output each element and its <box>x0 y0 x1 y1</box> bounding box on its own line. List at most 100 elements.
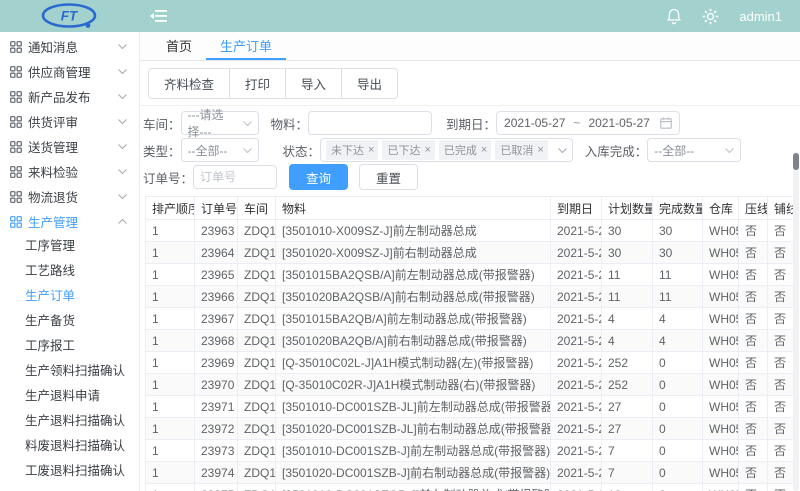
toolbar-button-0[interactable]: 齐料检查 <box>149 69 230 98</box>
table-row[interactable]: 123968ZDQ13[3501020BA2QB/A]前右制动器总成(带报警器)… <box>146 330 794 352</box>
table-row[interactable]: 123970ZDQ13[Q-35010C02R-J]A1H模式制动器(右)(带报… <box>146 374 794 396</box>
column-header-8: 压线 <box>739 197 768 220</box>
reset-button[interactable]: 重置 <box>359 164 418 190</box>
grid-menu-icon <box>10 91 22 103</box>
table-row[interactable]: 123972ZDQ13[3501020-DC001SZB-JL]前右制动器总成(… <box>146 418 794 440</box>
status-tag-3[interactable]: 已取消× <box>495 140 547 160</box>
status-tag-2[interactable]: 已完成× <box>439 140 491 160</box>
table-cell: 1 <box>146 286 195 308</box>
sidebar-item-3[interactable]: 供货评审 <box>0 109 139 134</box>
toolbar-button-1[interactable]: 打印 <box>230 69 286 98</box>
due-date-label: 到期日： <box>446 114 496 133</box>
vertical-scrollbar[interactable] <box>793 152 799 491</box>
toolbar-button-2[interactable]: 导入 <box>286 69 342 98</box>
table-row[interactable]: 123965ZDQ13[3501015BA2QSB/A]前左制动器总成(带报警器… <box>146 264 794 286</box>
table-cell: 0 <box>653 418 703 440</box>
table-row[interactable]: 123963ZDQ13[3501010-X009SZ-J]前左制动器总成2021… <box>146 220 794 242</box>
table-cell: 否 <box>768 440 794 462</box>
scrollbar-thumb[interactable] <box>793 153 799 170</box>
remove-tag-icon[interactable]: × <box>481 144 487 156</box>
tab-1[interactable]: 生产订单 <box>206 32 286 60</box>
remove-tag-icon[interactable]: × <box>537 144 543 156</box>
collapse-sidebar-icon[interactable] <box>150 9 168 23</box>
settings-gear-icon[interactable] <box>702 8 719 25</box>
sidebar-subitem-7-2[interactable]: 生产订单 <box>0 284 139 309</box>
grid-menu-icon <box>10 41 22 53</box>
chevron-down-icon <box>118 44 127 49</box>
table-cell: 1 <box>146 484 195 491</box>
sidebar-subitem-7-3[interactable]: 生产备货 <box>0 309 139 334</box>
table-row[interactable]: 123974ZDQ13[3501020-DC001SZB-J]前右制动器总成(带… <box>146 462 794 484</box>
workshop-label: 车间： <box>143 114 181 133</box>
status-tag-1[interactable]: 已下达× <box>382 140 434 160</box>
status-tag-0[interactable]: 未下达× <box>326 140 378 160</box>
sidebar-item-0[interactable]: 通知消息 <box>0 34 139 59</box>
order-no-input[interactable] <box>200 170 270 184</box>
toolbar-button-group: 齐料检查打印导入导出 <box>148 68 398 99</box>
sidebar-subitem-7-5[interactable]: 生产领料扫描确认 <box>0 359 139 384</box>
workshop-select[interactable]: ---请选择--- <box>181 111 259 135</box>
table-cell: WH05 <box>703 286 739 308</box>
grid-menu-icon <box>10 116 22 128</box>
sidebar-item-2[interactable]: 新产品发布 <box>0 84 139 109</box>
due-date-range[interactable]: 2021-05-27 ~ 2021-05-27 <box>496 111 680 135</box>
notifications-bell-icon[interactable] <box>666 8 682 25</box>
status-multiselect[interactable]: 未下达×已下达×已完成×已取消× <box>320 138 573 162</box>
remove-tag-icon[interactable]: × <box>424 144 430 156</box>
date-separator: ~ <box>573 116 580 130</box>
sidebar-item-4[interactable]: 送货管理 <box>0 134 139 159</box>
chevron-down-icon <box>243 148 252 153</box>
sidebar-subitem-7-7[interactable]: 生产退料扫描确认 <box>0 409 139 434</box>
material-input[interactable] <box>315 116 425 130</box>
table-cell: 否 <box>739 484 768 491</box>
table-row[interactable]: 123967ZDQ13[3501015BA2QB/A]前左制动器总成(带报警器)… <box>146 308 794 330</box>
chevron-down-icon <box>725 148 734 153</box>
table-row[interactable]: 123969ZDQ13[Q-35010C02L-J]A1H模式制动器(左)(带报… <box>146 352 794 374</box>
toolbar-button-3[interactable]: 导出 <box>342 69 397 98</box>
sidebar-subitem-7-8[interactable]: 料废退料扫描确认 <box>0 434 139 459</box>
column-header-4: 到期日 <box>551 197 602 220</box>
table-cell: 252 <box>602 352 653 374</box>
search-button[interactable]: 查询 <box>289 164 348 190</box>
table-row[interactable]: 123975ZDQ13[3501010-DC001SZQB-J]前左制动器总成(… <box>146 484 794 491</box>
table-cell: 否 <box>768 374 794 396</box>
sidebar-item-5[interactable]: 来料检验 <box>0 159 139 184</box>
calendar-icon <box>660 117 672 129</box>
sidebar-item-label: 供应商管理 <box>28 62 118 81</box>
tab-0[interactable]: 首页 <box>152 32 206 60</box>
table-cell: ZDQ13 <box>238 264 276 286</box>
table-row[interactable]: 123966ZDQ13[3501020BA2QSB/A]前右制动器总成(带报警器… <box>146 286 794 308</box>
sidebar-item-label: 来料检验 <box>28 162 118 181</box>
table-cell: ZDQ13 <box>238 330 276 352</box>
remove-tag-icon[interactable]: × <box>368 144 374 156</box>
chevron-down-icon <box>118 144 127 149</box>
sidebar-subitem-7-6[interactable]: 生产退料申请 <box>0 384 139 409</box>
table-cell: ZDQ13 <box>238 462 276 484</box>
sidebar-item-label: 送货管理 <box>28 137 118 156</box>
sidebar-subitem-7-9[interactable]: 工废退料扫描确认 <box>0 459 139 484</box>
table-row[interactable]: 123964ZDQ13[3501020-X009SZ-J]前右制动器总成2021… <box>146 242 794 264</box>
username[interactable]: admin1 <box>739 9 782 24</box>
table-cell: 2021-5-27 <box>551 418 602 440</box>
table-cell: WH05 <box>703 484 739 491</box>
table-row[interactable]: 123973ZDQ13[3501010-DC001SZB-J]前左制动器总成(带… <box>146 440 794 462</box>
table-cell: 否 <box>768 352 794 374</box>
sidebar-item-6[interactable]: 物流退货 <box>0 184 139 209</box>
table-cell: 23974 <box>195 462 238 484</box>
sidebar-subitem-7-4[interactable]: 工序报工 <box>0 334 139 359</box>
grid-menu-icon <box>10 166 22 178</box>
table-cell: 2021-5-27 <box>551 462 602 484</box>
table-cell: 23963 <box>195 220 238 242</box>
sidebar-subitem-7-0[interactable]: 工序管理 <box>0 234 139 259</box>
sidebar-item-1[interactable]: 供应商管理 <box>0 59 139 84</box>
table-cell: 否 <box>739 418 768 440</box>
due-from: 2021-05-27 <box>504 116 565 130</box>
table-row[interactable]: 123971ZDQ13[3501010-DC001SZB-JL]前左制动器总成(… <box>146 396 794 418</box>
sidebar-item-7[interactable]: 生产管理 <box>0 209 139 234</box>
table-cell: 23967 <box>195 308 238 330</box>
table-cell: 23975 <box>195 484 238 491</box>
sidebar-subitem-7-1[interactable]: 工艺路线 <box>0 259 139 284</box>
table-cell: 30 <box>653 220 703 242</box>
inbound-select[interactable]: --全部-- <box>647 138 741 162</box>
type-select[interactable]: --全部-- <box>181 138 259 162</box>
